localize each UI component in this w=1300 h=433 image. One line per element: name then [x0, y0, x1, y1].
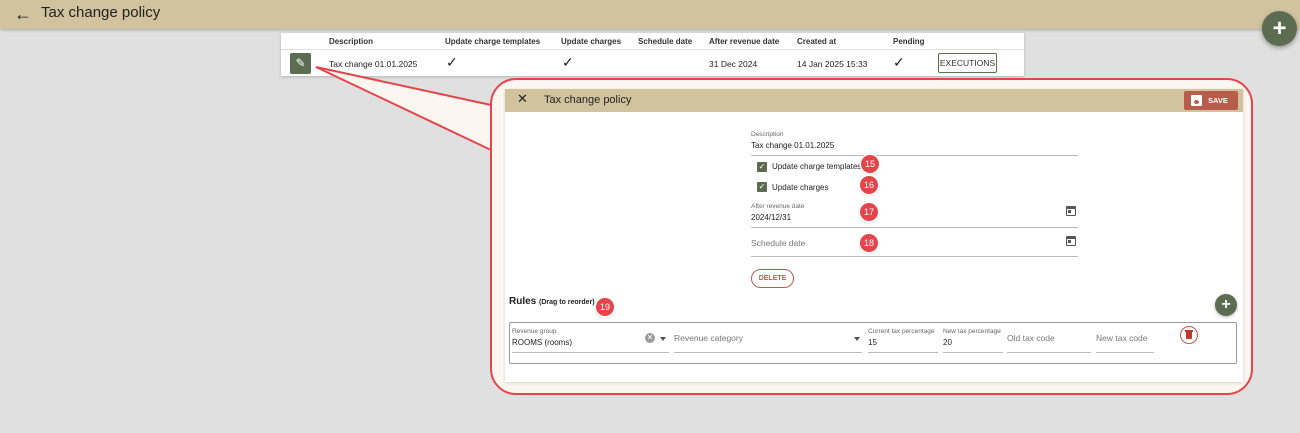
- dialog-title: Tax change policy: [544, 94, 632, 106]
- rules-heading: Rules (Drag to reorder): [509, 296, 595, 307]
- annotation-badge: 17: [860, 203, 878, 221]
- check-icon: ✓: [562, 54, 574, 70]
- rule-item[interactable]: Revenue group ROOMS (rooms) ✕ Revenue ca…: [509, 322, 1237, 364]
- annotation-badge: 15: [861, 155, 879, 173]
- page-title: Tax change policy: [41, 4, 161, 21]
- description-label: Description: [751, 131, 784, 138]
- floppy-disk-icon: [1191, 95, 1202, 106]
- new-tax-percentage-label: New tax percentage: [943, 328, 1001, 335]
- close-icon[interactable]: ✕: [517, 91, 528, 107]
- update-charge-templates-checkbox[interactable]: ✓: [757, 162, 767, 172]
- save-button-label: SAVE: [1208, 96, 1228, 105]
- revenue-group-underline: [512, 352, 669, 353]
- add-rule-button[interactable]: +: [1215, 294, 1237, 316]
- cell-created-at: 14 Jan 2025 15:33: [797, 59, 868, 69]
- rules-subtitle: (Drag to reorder): [539, 299, 595, 306]
- current-tax-underline: [868, 352, 938, 353]
- new-tax-underline: [943, 352, 1003, 353]
- after-revenue-date-underline: [751, 227, 1078, 228]
- revenue-category-underline: [674, 352, 862, 353]
- clear-icon[interactable]: ✕: [645, 333, 655, 343]
- new-tax-code-underline: [1096, 352, 1154, 353]
- current-tax-percentage-value[interactable]: 15: [868, 338, 877, 347]
- after-revenue-date-label: After revenue date: [751, 203, 805, 210]
- delete-rule-trash-icon[interactable]: [1180, 326, 1198, 344]
- app-header: ← Tax change policy: [0, 0, 1300, 29]
- column-header-description[interactable]: Description: [329, 37, 373, 46]
- dialog-header: ✕ Tax change policy SAVE: [505, 89, 1243, 112]
- new-tax-code-placeholder[interactable]: New tax code: [1096, 333, 1148, 343]
- chevron-down-icon[interactable]: [660, 337, 666, 341]
- description-underline: [751, 155, 1078, 156]
- save-button[interactable]: SAVE: [1184, 91, 1238, 110]
- back-arrow-icon[interactable]: ←: [12, 3, 34, 25]
- old-tax-code-placeholder[interactable]: Old tax code: [1007, 333, 1055, 343]
- after-revenue-date-value[interactable]: 2024/12/31: [751, 213, 791, 222]
- revenue-group-value[interactable]: ROOMS (rooms): [512, 338, 572, 347]
- column-header-schedule-date[interactable]: Schedule date: [638, 37, 692, 46]
- column-header-update-charge-templates[interactable]: Update charge templates: [445, 37, 540, 46]
- revenue-category-placeholder[interactable]: Revenue category: [674, 333, 743, 343]
- new-tax-percentage-value[interactable]: 20: [943, 338, 952, 347]
- column-header-update-charges[interactable]: Update charges: [561, 37, 621, 46]
- cell-after-revenue-date: 31 Dec 2024: [709, 59, 758, 69]
- policy-table: Description Update charge templates Upda…: [281, 33, 1024, 76]
- schedule-date-underline: [751, 256, 1078, 257]
- header-divider: [281, 49, 1024, 50]
- cell-description: Tax change 01.01.2025: [329, 59, 418, 69]
- current-tax-percentage-label: Current tax percentage: [868, 328, 935, 335]
- delete-button[interactable]: DELETE: [751, 269, 794, 288]
- edit-pencil-icon[interactable]: ✎: [290, 53, 311, 74]
- update-charges-label[interactable]: Update charges: [772, 183, 828, 192]
- column-header-pending[interactable]: Pending: [893, 37, 925, 46]
- revenue-group-label: Revenue group: [512, 328, 557, 335]
- calendar-icon[interactable]: [1066, 206, 1076, 216]
- executions-button[interactable]: EXECUTIONS: [938, 53, 997, 73]
- old-tax-code-underline: [1007, 352, 1091, 353]
- description-value[interactable]: Tax change 01.01.2025: [751, 141, 834, 150]
- rules-title: Rules: [509, 296, 537, 307]
- check-icon: ✓: [893, 54, 905, 70]
- calendar-icon[interactable]: [1066, 236, 1076, 246]
- column-header-created-at[interactable]: Created at: [797, 37, 836, 46]
- update-charges-checkbox[interactable]: ✓: [757, 182, 767, 192]
- column-header-after-revenue-date[interactable]: After revenue date: [709, 37, 779, 46]
- update-charge-templates-label[interactable]: Update charge templates: [772, 162, 861, 171]
- annotation-badge: 16: [860, 176, 878, 194]
- annotation-badge: 19: [596, 298, 614, 316]
- schedule-date-placeholder[interactable]: Schedule date: [751, 238, 805, 248]
- check-icon: ✓: [446, 54, 458, 70]
- chevron-down-icon[interactable]: [854, 337, 860, 341]
- annotation-badge: 18: [860, 234, 878, 252]
- add-policy-button[interactable]: +: [1262, 11, 1297, 46]
